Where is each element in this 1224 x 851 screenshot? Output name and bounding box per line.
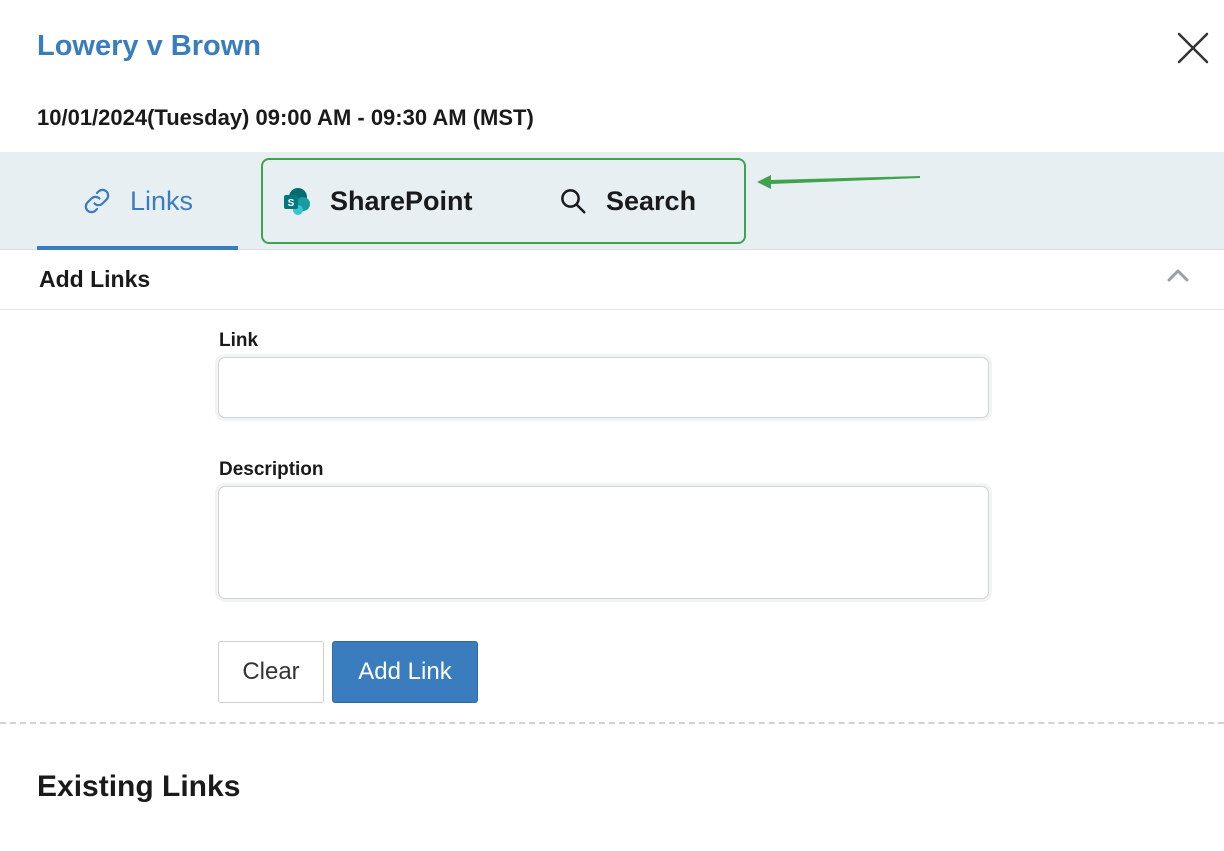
tab-search-label: Search: [606, 185, 697, 216]
link-input[interactable]: [218, 357, 989, 418]
tab-links[interactable]: Links: [37, 152, 238, 250]
search-icon: [558, 186, 588, 216]
clear-button[interactable]: Clear: [218, 641, 324, 703]
tab-sharepoint[interactable]: S SharePoint: [282, 152, 473, 250]
tab-bar: Links S SharePoint Search: [0, 152, 1224, 250]
tab-search[interactable]: Search: [558, 152, 696, 250]
add-links-section-header[interactable]: [0, 250, 1224, 310]
section-title: Add Links: [39, 266, 151, 292]
chevron-up-icon: [1167, 269, 1189, 282]
sharepoint-icon: S: [282, 186, 312, 216]
add-link-button[interactable]: Add Link: [332, 641, 478, 703]
collapse-button[interactable]: [1164, 264, 1192, 286]
tab-links-label: Links: [129, 185, 194, 216]
close-icon: [1177, 32, 1209, 64]
tab-sharepoint-label: SharePoint: [330, 185, 473, 216]
section-divider: [0, 722, 1224, 724]
svg-text:S: S: [288, 198, 295, 209]
link-icon: [82, 186, 112, 216]
close-button[interactable]: [1176, 31, 1210, 65]
existing-links-heading: Existing Links: [37, 770, 241, 803]
page-title: Lowery v Brown: [37, 30, 261, 62]
link-label: Link: [219, 330, 259, 351]
modal-header: Lowery v Brown 10/01/2024(Tuesday) 09:00…: [0, 0, 1224, 152]
description-label: Description: [219, 459, 324, 480]
event-datetime: 10/01/2024(Tuesday) 09:00 AM - 09:30 AM …: [37, 105, 534, 130]
description-input[interactable]: [218, 486, 989, 599]
